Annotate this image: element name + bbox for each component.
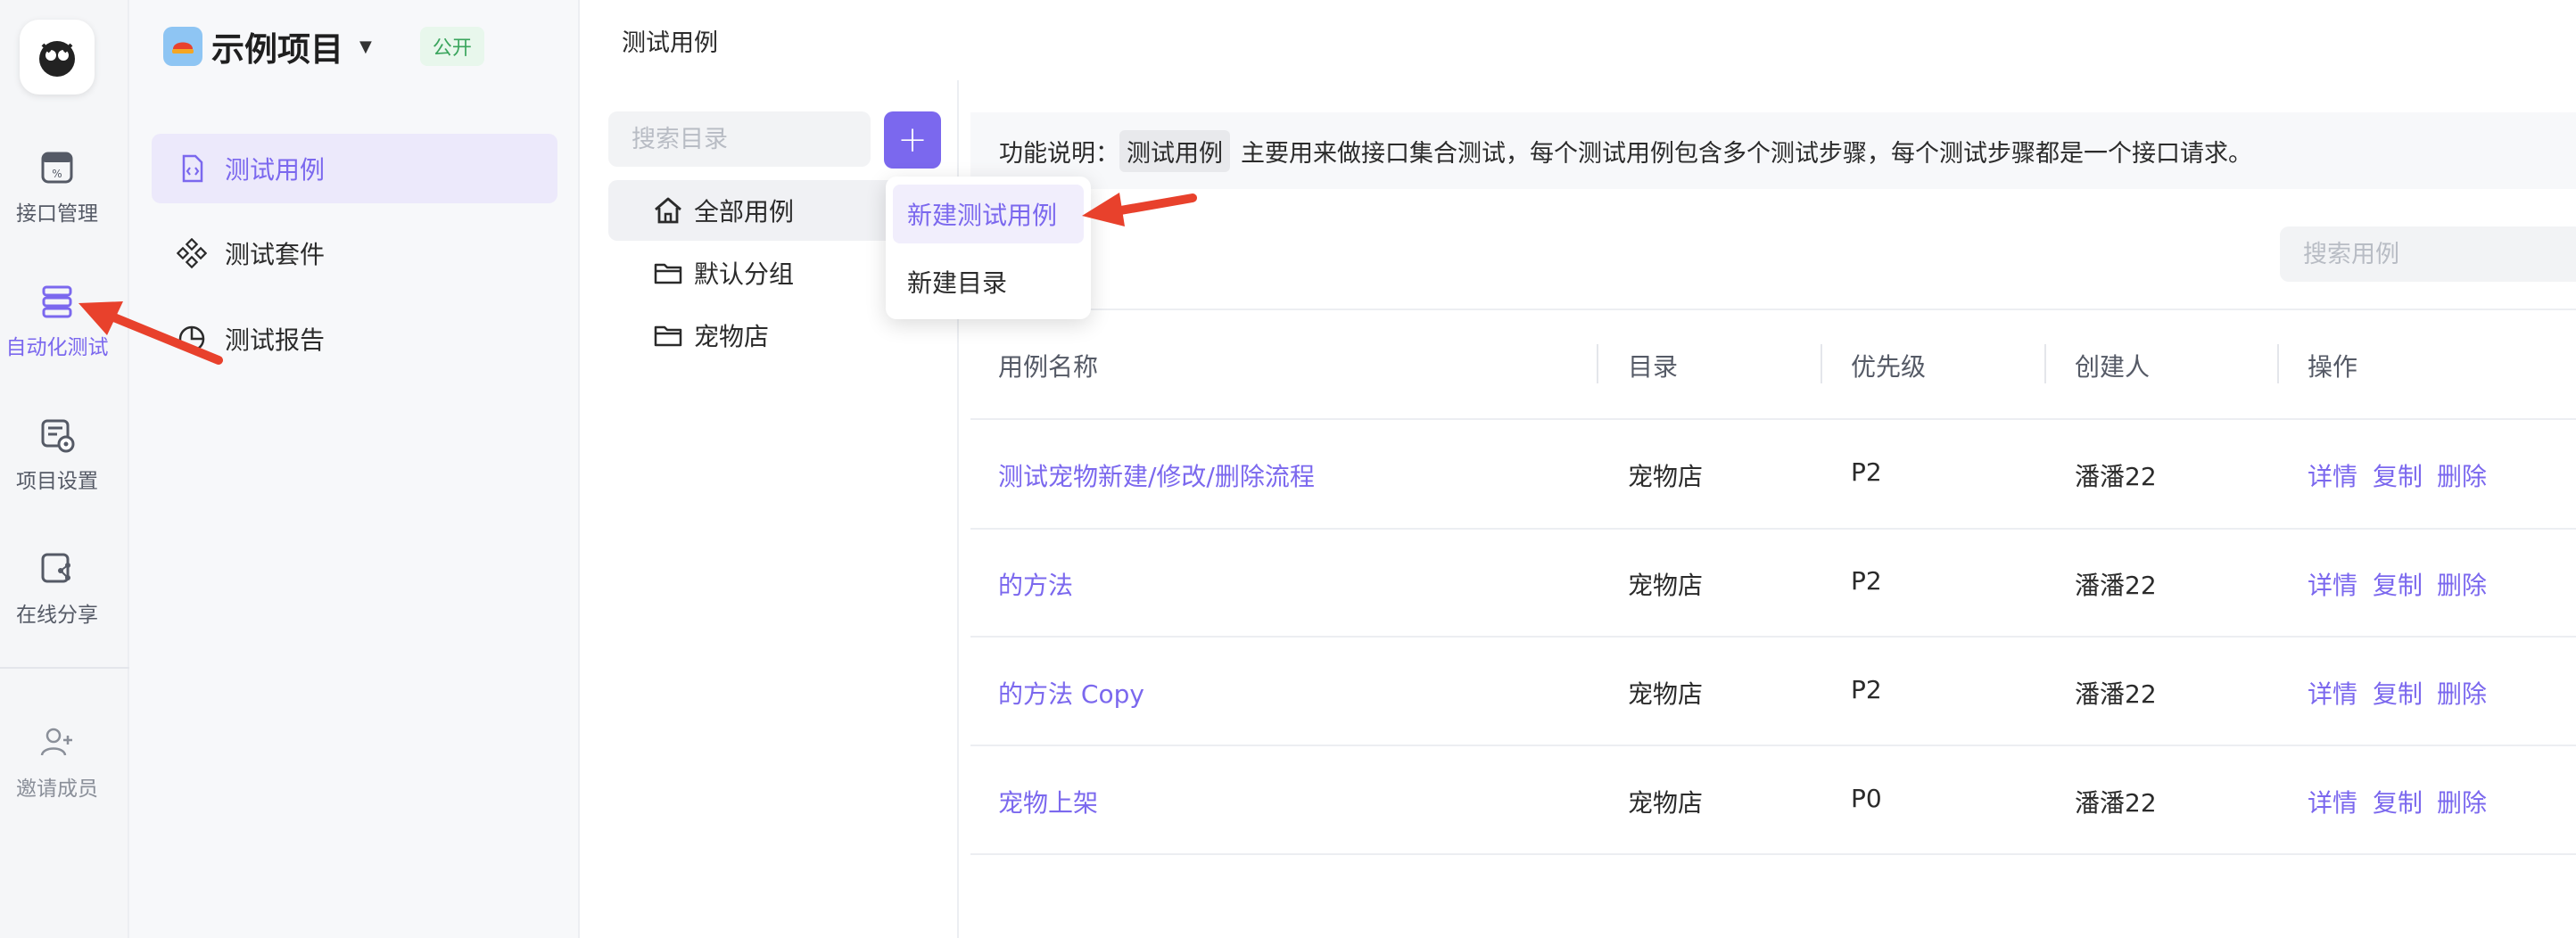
rail-item-settings[interactable]: 项目设置	[0, 401, 114, 508]
rail-item-automation[interactable]: 自动化测试	[0, 267, 114, 374]
page-title: 测试用例	[622, 29, 718, 57]
api-icon: %	[41, 152, 73, 184]
test-case-icon	[182, 154, 203, 183]
case-directory: 宠物店	[1628, 462, 1704, 491]
sidebar-item-label: 测试用例	[225, 155, 326, 185]
caret-down-icon[interactable]: ▼	[359, 37, 372, 56]
app-logo[interactable]	[20, 20, 95, 95]
app-rail: % 接口管理 自动化测试 项目设置 在线分享 邀请成员	[0, 0, 129, 938]
column-divider	[1821, 344, 1822, 383]
tree-node-label: 全部用例	[694, 197, 795, 226]
case-name-link[interactable]: 宠物上架	[998, 784, 1098, 819]
add-button[interactable]: +	[884, 111, 941, 169]
column-divider	[2044, 344, 2046, 383]
folder-icon	[654, 325, 682, 347]
svg-text:%: %	[52, 168, 62, 180]
test-suite-icon	[177, 238, 207, 268]
share-icon	[41, 553, 70, 583]
table-top-border	[970, 309, 2576, 310]
row-divider	[970, 636, 2576, 638]
rail-divider	[0, 667, 129, 669]
case-name-link[interactable]: 的方法 Copy	[998, 675, 1144, 711]
rail-item-api[interactable]: % 接口管理	[0, 134, 114, 241]
case-priority: P2	[1851, 566, 1882, 596]
case-creator: 潘潘22	[2075, 571, 2157, 600]
column-divider	[1597, 344, 1598, 383]
copy-link[interactable]: 复制	[2373, 457, 2423, 493]
table-header-border	[970, 418, 2576, 420]
rail-item-invite[interactable]: 邀请成员	[0, 709, 114, 816]
rail-item-share[interactable]: 在线分享	[0, 535, 114, 642]
case-name-link[interactable]: 测试宠物新建/修改/删除流程	[998, 457, 1315, 493]
rail-item-label: 接口管理	[16, 202, 98, 226]
project-icon	[163, 27, 202, 66]
sidebar-item-test-cases[interactable]: 测试用例	[152, 134, 557, 203]
copy-link[interactable]: 复制	[2373, 566, 2423, 602]
delete-link[interactable]: 删除	[2437, 675, 2487, 711]
project-settings-icon	[41, 419, 75, 453]
column-header-priority[interactable]: 优先级	[1851, 348, 1926, 383]
column-header-actions: 操作	[2308, 352, 2358, 382]
note-prefix: 功能说明：	[999, 139, 1119, 168]
directory-search-input[interactable]	[608, 111, 871, 167]
sidebar-item-label: 测试套件	[225, 240, 326, 269]
project-sidebar: 示例项目 ▼ 公开 测试用例 测试套件 测试报告	[129, 0, 580, 938]
row-divider	[970, 528, 2576, 530]
tree-node-label: 宠物店	[694, 322, 770, 351]
rail-item-label: 在线分享	[16, 604, 98, 627]
logo-icon	[39, 41, 75, 77]
case-directory: 宠物店	[1628, 788, 1704, 818]
sidebar-item-test-reports[interactable]: 测试报告	[152, 304, 557, 374]
case-creator: 潘潘22	[2075, 788, 2157, 818]
case-creator: 潘潘22	[2075, 462, 2157, 491]
folder-icon	[654, 263, 682, 284]
project-switcher[interactable]: 示例项目 ▼ 公开	[163, 25, 484, 69]
row-divider	[970, 853, 2576, 855]
tree-node-label: 默认分组	[694, 259, 795, 289]
delete-link[interactable]: 删除	[2437, 457, 2487, 493]
case-name-link[interactable]: 的方法	[998, 566, 1073, 602]
detail-link[interactable]: 详情	[2308, 457, 2357, 493]
invite-member-icon	[40, 728, 72, 756]
case-directory: 宠物店	[1628, 679, 1704, 709]
case-search-input[interactable]	[2280, 226, 2576, 282]
home-icon	[655, 197, 681, 224]
note-text: 主要用来做接口集合测试，每个测试用例包含多个测试步骤，每个测试步骤都是一个接口请…	[1241, 139, 2252, 168]
menu-item-new-test-case[interactable]: 新建测试用例	[893, 185, 1084, 243]
column-header-directory[interactable]: 目录	[1628, 348, 1678, 383]
case-directory: 宠物店	[1628, 571, 1704, 600]
detail-link[interactable]: 详情	[2308, 784, 2357, 819]
column-divider	[2277, 344, 2279, 383]
detail-link[interactable]: 详情	[2308, 675, 2357, 711]
add-dropdown-menu: 新建测试用例 新建目录	[886, 177, 1091, 319]
rail-item-label: 邀请成员	[16, 778, 98, 801]
column-header-name[interactable]: 用例名称	[998, 348, 1098, 383]
menu-item-new-directory[interactable]: 新建目录	[893, 252, 1084, 311]
case-priority: P0	[1851, 784, 1882, 813]
copy-link[interactable]: 复制	[2373, 784, 2423, 819]
visibility-badge: 公开	[419, 27, 484, 66]
rail-item-label: 自动化测试	[5, 336, 109, 359]
case-priority: P2	[1851, 675, 1882, 704]
project-name: 示例项目	[211, 30, 343, 69]
annotation-arrow-new-case	[1082, 193, 1197, 226]
column-header-creator[interactable]: 创建人	[2075, 348, 2150, 383]
note-tag: 测试用例	[1119, 129, 1230, 172]
sidebar-item-label: 测试报告	[225, 325, 326, 355]
automation-icon	[42, 285, 72, 318]
feature-description: 功能说明： 测试用例 主要用来做接口集合测试，每个测试用例包含多个测试步骤，每个…	[970, 112, 2576, 189]
case-creator: 潘潘22	[2075, 679, 2157, 709]
row-divider	[970, 745, 2576, 746]
pie-chart-icon	[178, 325, 205, 352]
case-priority: P2	[1851, 457, 1882, 487]
delete-link[interactable]: 删除	[2437, 566, 2487, 602]
detail-link[interactable]: 详情	[2308, 566, 2357, 602]
rail-item-label: 项目设置	[16, 470, 98, 493]
delete-link[interactable]: 删除	[2437, 784, 2487, 819]
sidebar-item-test-suites[interactable]: 测试套件	[152, 218, 557, 288]
copy-link[interactable]: 复制	[2373, 675, 2423, 711]
